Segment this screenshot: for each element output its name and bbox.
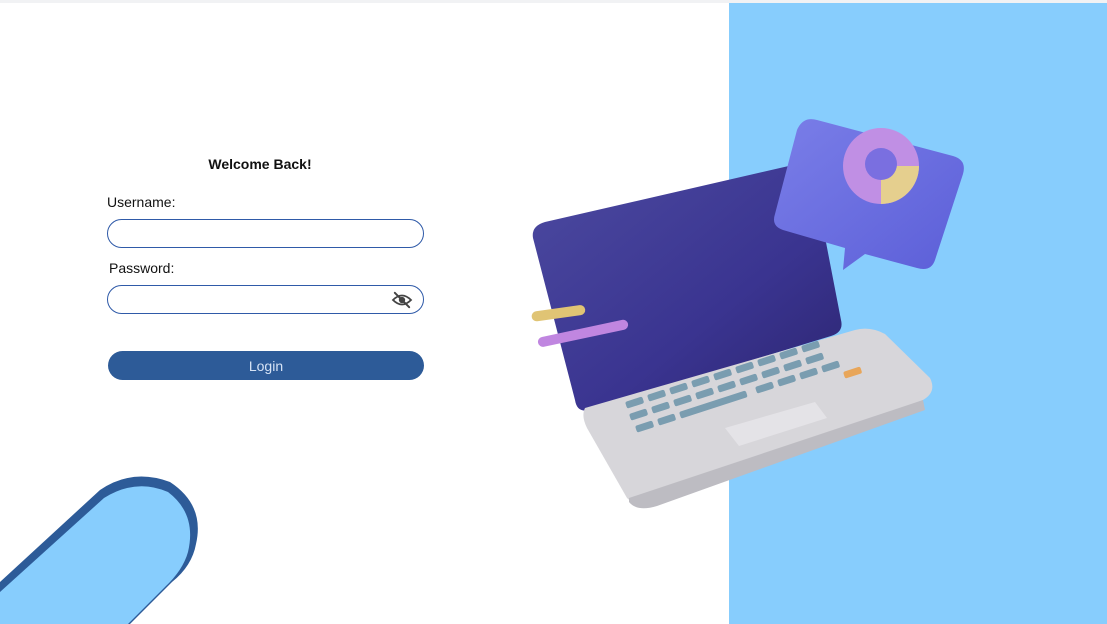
- password-label: Password:: [109, 260, 175, 276]
- password-field-wrapper: [107, 285, 424, 314]
- username-input[interactable]: [108, 220, 402, 247]
- decorative-pill-shape: [0, 476, 198, 624]
- login-button[interactable]: Login: [108, 351, 424, 380]
- username-label: Username:: [107, 194, 176, 210]
- eye-slash-icon[interactable]: [391, 291, 413, 309]
- laptop-illustration: [531, 119, 964, 509]
- page-title: Welcome Back!: [208, 156, 312, 172]
- username-field-wrapper: [107, 219, 424, 248]
- password-input[interactable]: [108, 286, 402, 313]
